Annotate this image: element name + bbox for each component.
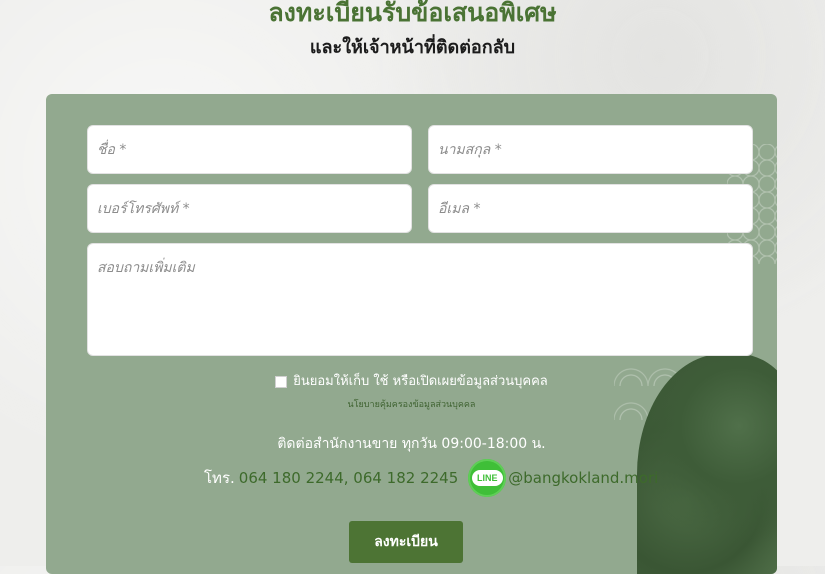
email-input[interactable]: อีเมล *	[428, 184, 753, 233]
message-placeholder: สอบถามเพิ่มเติม	[97, 260, 195, 276]
email-placeholder: อีเมล *	[438, 201, 481, 217]
phone-input[interactable]: เบอร์โทรศัพท์ *	[87, 184, 412, 233]
register-button[interactable]: ลงทะเบียน	[349, 521, 463, 563]
phone-placeholder: เบอร์โทรศัพท์ *	[97, 201, 190, 217]
phone-numbers[interactable]: 064 180 2244, 064 182 2245	[239, 469, 458, 487]
sales-office-hours: ติดต่อสำนักงานขาย ทุกวัน 09:00-18:00 น.	[277, 436, 546, 452]
phone-prefix: โทร.	[204, 469, 235, 487]
first-name-input[interactable]: ชื่อ *	[87, 125, 412, 174]
last-name-placeholder: นามสกุล *	[438, 142, 502, 158]
page-subtitle: และให้เจ้าหน้าที่ติดต่อกลับ	[309, 37, 516, 58]
message-textarea[interactable]: สอบถามเพิ่มเติม	[87, 243, 753, 356]
consent-label: ยินยอมให้เก็บ ใช้ หรือเปิดเผยข้อมูลส่วนบ…	[293, 374, 548, 389]
page-title: ลงทะเบียนรับข้อเสนอพิเศษ	[268, 0, 557, 27]
consent-checkbox[interactable]	[275, 375, 288, 388]
privacy-policy-link[interactable]: นโยบายคุ้มครองข้อมูลส่วนบุคคล	[46, 399, 777, 411]
line-id[interactable]: @bangkokland.mori	[508, 469, 658, 487]
line-icon[interactable]: LINE	[468, 459, 507, 497]
first-name-placeholder: ชื่อ *	[97, 142, 127, 158]
consent-row: ยินยอมให้เก็บ ใช้ หรือเปิดเผยข้อมูลส่วนบ…	[46, 373, 777, 391]
contact-phone-line: โทร. 064 180 2244, 064 182 2245 LINE @ba…	[204, 458, 658, 498]
last-name-input[interactable]: นามสกุล *	[428, 125, 753, 174]
line-badge-label: LINE	[472, 470, 503, 486]
registration-form-card: ชื่อ * นามสกุล * เบอร์โทรศัพท์ * อีเมล *…	[46, 94, 777, 574]
